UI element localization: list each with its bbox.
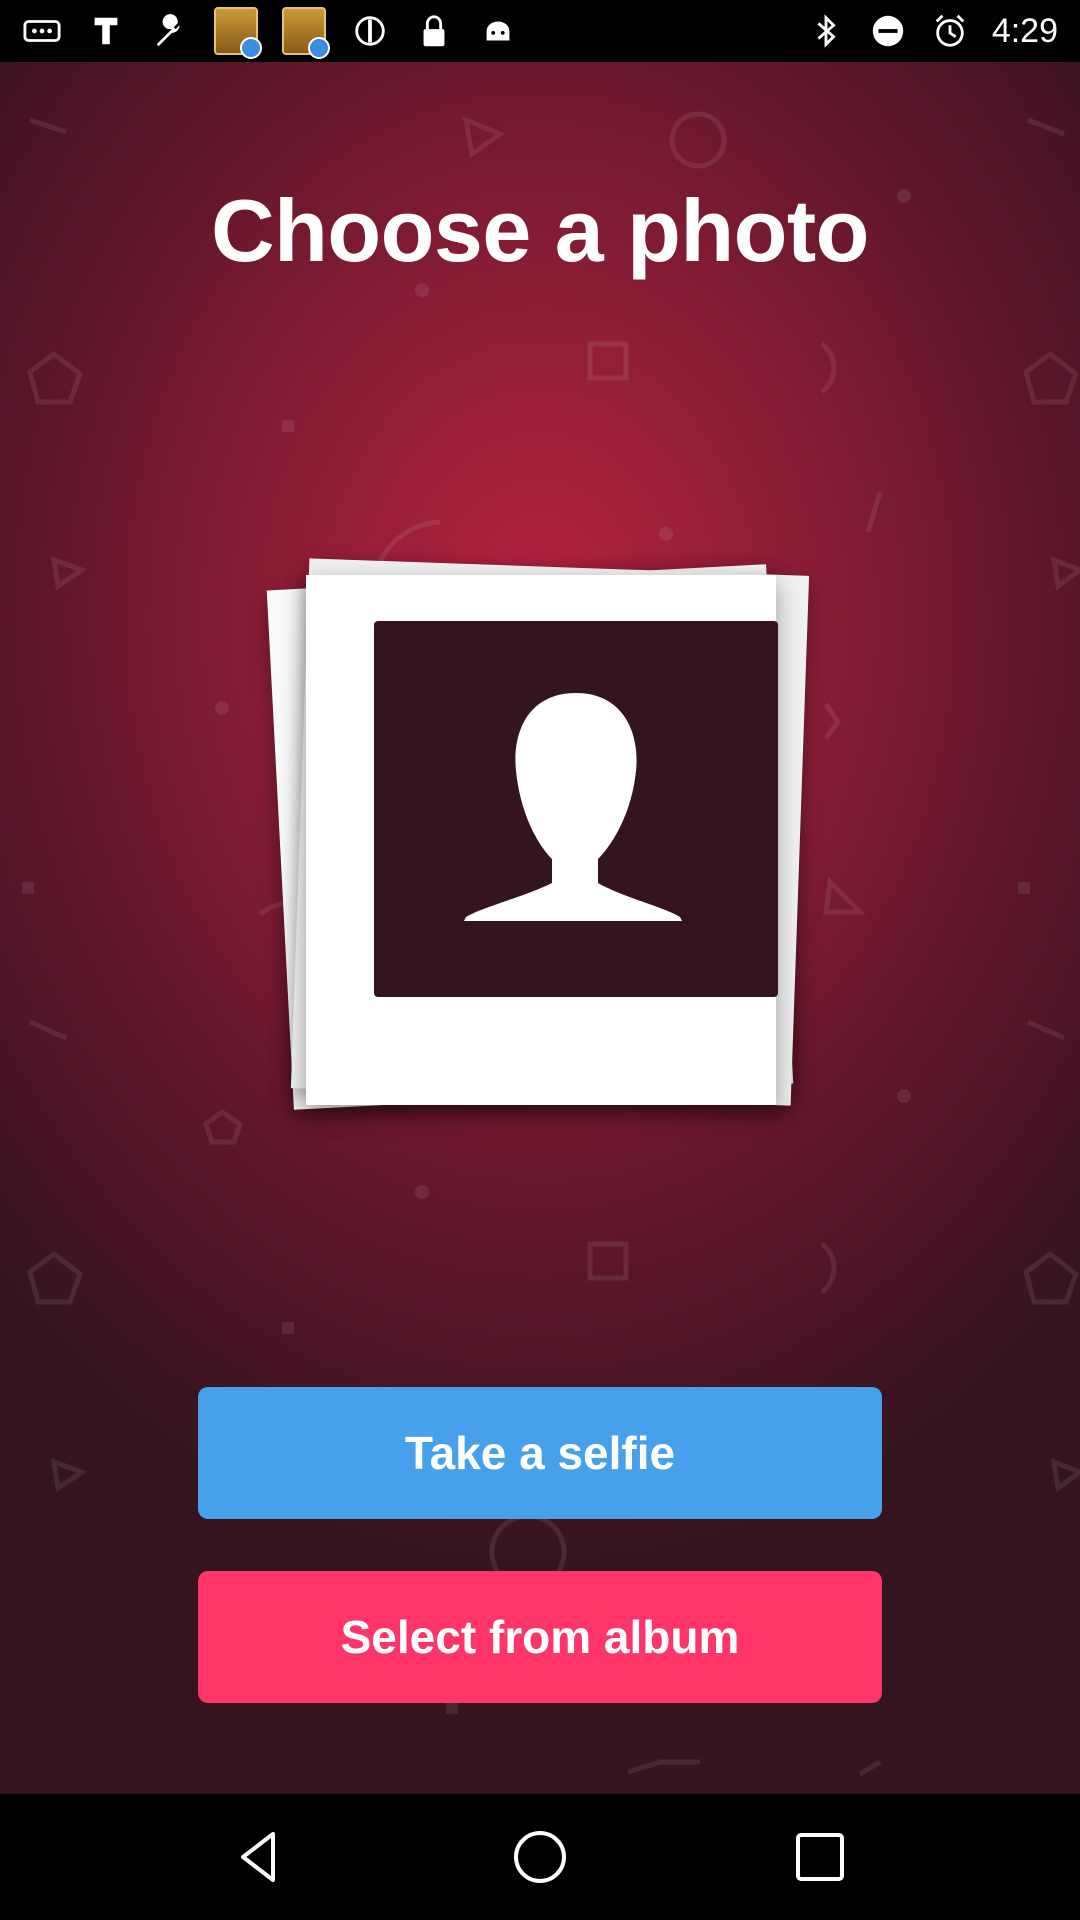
navigation-bar bbox=[0, 1794, 1080, 1920]
clock: 4:29 bbox=[991, 11, 1058, 50]
page-title: Choose a photo bbox=[211, 181, 869, 280]
system-icons: 4:29 bbox=[806, 11, 1058, 51]
choose-photo-screen: Choose a photo Take a selfie Select from… bbox=[0, 62, 1080, 1794]
notification-icons bbox=[22, 7, 518, 59]
home-icon[interactable] bbox=[500, 1817, 580, 1897]
topics-app-icon bbox=[214, 7, 262, 59]
recents-icon[interactable] bbox=[780, 1817, 860, 1897]
lock-icon bbox=[414, 11, 454, 51]
avatar-silhouette-icon bbox=[464, 693, 682, 921]
status-bar: 4:29 bbox=[0, 0, 1080, 62]
alarm-icon bbox=[930, 11, 970, 51]
more-icon bbox=[22, 11, 62, 51]
circle-icon bbox=[350, 11, 390, 51]
take-selfie-button[interactable]: Take a selfie bbox=[198, 1387, 882, 1519]
photo-frame bbox=[374, 621, 778, 997]
hashtag-icon bbox=[86, 11, 126, 51]
bluetooth-icon bbox=[806, 11, 846, 51]
minus-circle-icon bbox=[868, 11, 908, 51]
select-from-album-button[interactable]: Select from album bbox=[198, 1571, 882, 1703]
wrench-icon bbox=[150, 11, 190, 51]
back-icon[interactable] bbox=[220, 1817, 300, 1897]
android-icon bbox=[478, 11, 518, 51]
polaroid-front bbox=[306, 575, 778, 1105]
photo-placeholder bbox=[266, 557, 810, 1177]
topics-app-icon bbox=[282, 7, 330, 59]
